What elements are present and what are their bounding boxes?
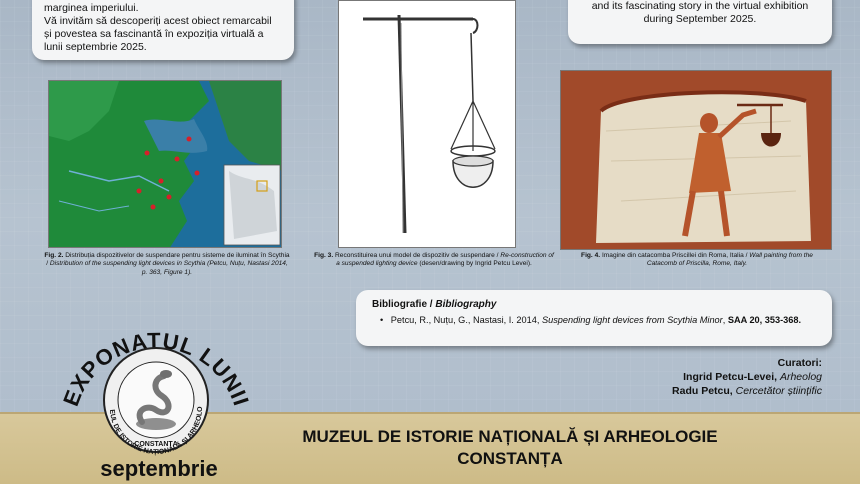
lamp-drawing-graphic xyxy=(339,1,515,247)
bibliography-entry: • Petcu, R., Nuțu, G., Nastasi, I. 2014,… xyxy=(380,315,802,325)
curator-1: Ingrid Petcu-Levei, Arheolog xyxy=(672,370,822,384)
logo-month: septembrie xyxy=(100,456,218,481)
museum-name-line-1: MUZEUL DE ISTORIE NAȚIONALĂ ȘI ARHEOLOGI… xyxy=(302,427,718,446)
intro-en-line-1: and its fascinating story in the virtual… xyxy=(591,0,809,12)
museum-name: MUZEUL DE ISTORIE NAȚIONALĂ ȘI ARHEOLOGI… xyxy=(250,426,770,470)
intro-en-panel: and its fascinating story in the virtual… xyxy=(568,0,832,44)
bibliography-title-en: Bibliography xyxy=(435,299,497,310)
fig3-caption: Fig. 3. Reconstituirea unui model de dis… xyxy=(312,252,556,269)
fig3-credit: (desen/drawing by Ingrid Petcu Levei). xyxy=(419,260,532,268)
bibliography-panel: Bibliografie / Bibliography • Petcu, R.,… xyxy=(356,290,832,346)
curator-1-name: Ingrid Petcu-Levei, xyxy=(683,371,778,383)
bibliography-source: SAA 20, 353-368. xyxy=(727,315,802,325)
intro-line-1: marginea imperiului. xyxy=(44,2,139,14)
fig2-label: Fig. 2. xyxy=(44,252,64,259)
fig4-label: Fig. 4. xyxy=(581,252,601,259)
intro-panel: marginea imperiului. Vă invităm să desco… xyxy=(32,0,294,60)
fig4-text-ro: Imagine din catacomba Priscillei din Rom… xyxy=(601,252,748,259)
curator-2: Radu Petcu, Cercetător științific xyxy=(672,384,822,398)
curator-2-name: Radu Petcu, xyxy=(672,385,733,397)
curator-1-role: Arheolog xyxy=(779,371,822,383)
fig3-text-ro: Reconstituirea unui model de dispozitiv … xyxy=(335,252,499,259)
curators-block: Curatori: Ingrid Petcu-Levei, Arheolog R… xyxy=(672,356,822,398)
curator-2-role: Cercetător științific xyxy=(735,385,822,397)
intro-en-line-2: during September 2025. xyxy=(643,13,757,25)
bibliography-work-title: Suspending light devices from Scythia Mi… xyxy=(541,315,723,325)
fig2-caption: Fig. 2. Distribuția dispozitivelor de su… xyxy=(44,252,290,277)
bullet-icon: • xyxy=(380,315,384,325)
fig4-caption: Fig. 4. Imagine din catacomba Priscillei… xyxy=(572,252,822,269)
fig4-catacomb-fresco xyxy=(560,70,832,250)
fresco-graphic xyxy=(561,71,831,249)
bibliography-authors: Petcu, R., Nuțu, G., Nastasi, I. 2014, xyxy=(390,315,540,325)
fig2-distribution-map xyxy=(48,80,282,248)
museum-name-line-2: CONSTANȚA xyxy=(457,449,563,468)
fig3-lamp-drawing xyxy=(338,0,516,248)
fig2-text-en: Distribution of the suspending light dev… xyxy=(49,260,288,276)
logo-city: CONSTANȚA xyxy=(134,441,177,448)
map-graphic xyxy=(49,81,281,247)
bibliography-title-ro: Bibliografie / xyxy=(372,299,433,310)
intro-line-2: Vă invităm să descoperiți acest obiect r… xyxy=(44,15,272,53)
curators-heading: Curatori: xyxy=(777,357,822,369)
fig3-label: Fig. 3. xyxy=(314,252,334,259)
bibliography-title: Bibliografie / Bibliography xyxy=(372,299,816,310)
